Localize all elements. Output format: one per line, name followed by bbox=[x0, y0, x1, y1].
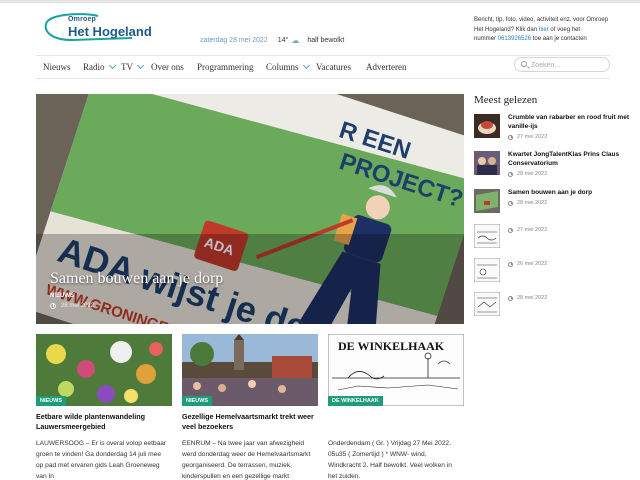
most-read-item[interactable]: 28 mei 2022 bbox=[474, 292, 634, 318]
article-card[interactable]: NIEUWS Eetbare wilde plantenwandeling La… bbox=[36, 334, 172, 480]
nav-item-columns[interactable]: Columns bbox=[266, 61, 310, 72]
nav-item-tv[interactable]: TV bbox=[121, 61, 145, 72]
hero-category[interactable]: NIEUWS bbox=[50, 293, 223, 299]
most-read-thumbnail bbox=[474, 114, 500, 138]
site-logo[interactable]: Omroep Het Hogeland bbox=[42, 10, 152, 46]
most-read-date: 28 mei 2022 bbox=[508, 295, 547, 301]
most-read-date: 28 mei 2022 bbox=[508, 200, 547, 206]
temperature: 14° bbox=[277, 37, 289, 44]
most-read-heading: Meest gelezen bbox=[474, 94, 538, 106]
hero-caption: Samen bouwen aan je dorp NIEUWS 28 mei 2… bbox=[50, 270, 223, 309]
date-weather-bar: zaterdag 28 mei 2022 14° ☁ half bewolkt bbox=[200, 36, 344, 45]
chevron-down-icon bbox=[108, 61, 116, 70]
tip-here-link[interactable]: hier bbox=[539, 27, 549, 33]
article-card[interactable]: NIEUWS Gezellige Hemelvaartsmarkt trekt … bbox=[182, 334, 318, 480]
most-read-title[interactable]: Samen bouwen aan je dorp bbox=[508, 189, 634, 198]
logo-title: Het Hogeland bbox=[68, 24, 152, 39]
article-card[interactable]: DE WINKELHAAK DE WINKELHAAK Onderdendam … bbox=[328, 334, 464, 480]
tip-line-2: Het Hogeland? Klik dan bbox=[474, 26, 539, 33]
most-read-thumbnail bbox=[474, 151, 500, 175]
nav-item-programmering[interactable]: Programmering bbox=[197, 62, 254, 72]
hero-title[interactable]: Samen bouwen aan je dorp bbox=[50, 270, 223, 288]
top-border bbox=[0, 0, 640, 3]
clock-icon bbox=[508, 295, 513, 301]
most-read-thumbnail bbox=[474, 258, 500, 282]
nav-item-adverteren[interactable]: Adverteren bbox=[366, 62, 406, 72]
logo-subtitle: Omroep bbox=[68, 16, 97, 23]
most-read-thumbnail bbox=[474, 189, 500, 213]
most-read-title[interactable]: Crumble van rabarber en rood fruit met v… bbox=[508, 114, 634, 131]
cloud-icon: ☁ bbox=[291, 36, 300, 45]
category-badge[interactable]: DE WINKELHAAK bbox=[328, 396, 383, 406]
most-read-title[interactable]: Kwartet JongTalentKlas Prins Claus Conse… bbox=[508, 151, 634, 168]
most-read-thumbnail bbox=[474, 224, 500, 248]
category-badge[interactable]: NIEUWS bbox=[182, 396, 212, 406]
nav-item-nieuws[interactable]: Nieuws bbox=[43, 62, 71, 72]
current-date: zaterdag 28 mei 2022 bbox=[200, 37, 268, 44]
most-read-item[interactable]: Crumble van rabarber en rood fruit met v… bbox=[474, 114, 634, 140]
article-excerpt: Onderdendam ( Gr. ) Vrijdag 27 Mei 2022,… bbox=[328, 440, 452, 480]
article-excerpt: LAUWERSOOG – Er is overal volop eetbaar g… bbox=[36, 440, 167, 480]
clock-icon bbox=[50, 303, 56, 309]
nav-item-over-ons[interactable]: Over ons bbox=[151, 62, 184, 72]
chevron-down-icon bbox=[136, 61, 145, 70]
most-read-item[interactable]: Samen bouwen aan je dorp 28 mei 2022 bbox=[474, 189, 634, 215]
tip-line-3b: toe aan je contacten bbox=[531, 36, 587, 42]
nav-item-radio[interactable]: Radio bbox=[83, 61, 116, 72]
category-badge[interactable]: NIEUWS bbox=[36, 396, 66, 406]
most-read-date: 28 mei 2022 bbox=[508, 171, 547, 177]
most-read-item[interactable]: Kwartet JongTalentKlas Prins Claus Conse… bbox=[474, 151, 634, 177]
article-excerpt: EENRUM – Na twee jaar van afwezigheid wer… bbox=[182, 440, 311, 480]
hero-article[interactable]: R EEN PROJECT? ADA ADA wijst je de weg! … bbox=[36, 94, 464, 324]
comic-title: DE WINKELHAAK bbox=[338, 339, 445, 353]
article-title[interactable]: Gezellige Hemelvaartsmarkt trekt weer ve… bbox=[182, 412, 322, 432]
most-read-item[interactable]: 27 mei 2022 bbox=[474, 224, 634, 250]
most-read-date: 27 mei 2022 bbox=[508, 134, 547, 140]
search-input[interactable] bbox=[531, 60, 605, 70]
clock-icon bbox=[508, 134, 513, 140]
most-read-date: 27 mei 2022 bbox=[508, 227, 547, 233]
search-box[interactable] bbox=[514, 57, 610, 72]
search-icon bbox=[521, 61, 527, 67]
tip-contact-text: Bericht, tip, foto, video, activiteit en… bbox=[474, 16, 634, 45]
clock-icon bbox=[508, 227, 513, 233]
nav-item-vacatures[interactable]: Vacatures bbox=[316, 62, 351, 72]
chevron-down-icon bbox=[302, 61, 310, 70]
tip-line-3: nummer bbox=[474, 36, 498, 42]
clock-icon bbox=[508, 200, 513, 206]
weather-description: half bewolkt bbox=[307, 37, 345, 44]
tip-line-1: Bericht, tip, foto, video, activiteit en… bbox=[474, 17, 609, 23]
most-read-item[interactable]: 26 mei 2022 bbox=[474, 258, 634, 284]
tip-phone-link[interactable]: 0613926526 bbox=[498, 36, 531, 42]
article-title[interactable]: Eetbare wilde plantenwandeling Lauwersme… bbox=[36, 412, 176, 432]
most-read-thumbnail bbox=[474, 292, 500, 316]
most-read-date: 26 mei 2022 bbox=[508, 261, 547, 267]
tip-line-2b: of voeg het bbox=[548, 26, 581, 33]
hero-date: 28 mei 2022 bbox=[50, 303, 223, 309]
clock-icon bbox=[508, 261, 513, 267]
clock-icon bbox=[508, 171, 513, 177]
